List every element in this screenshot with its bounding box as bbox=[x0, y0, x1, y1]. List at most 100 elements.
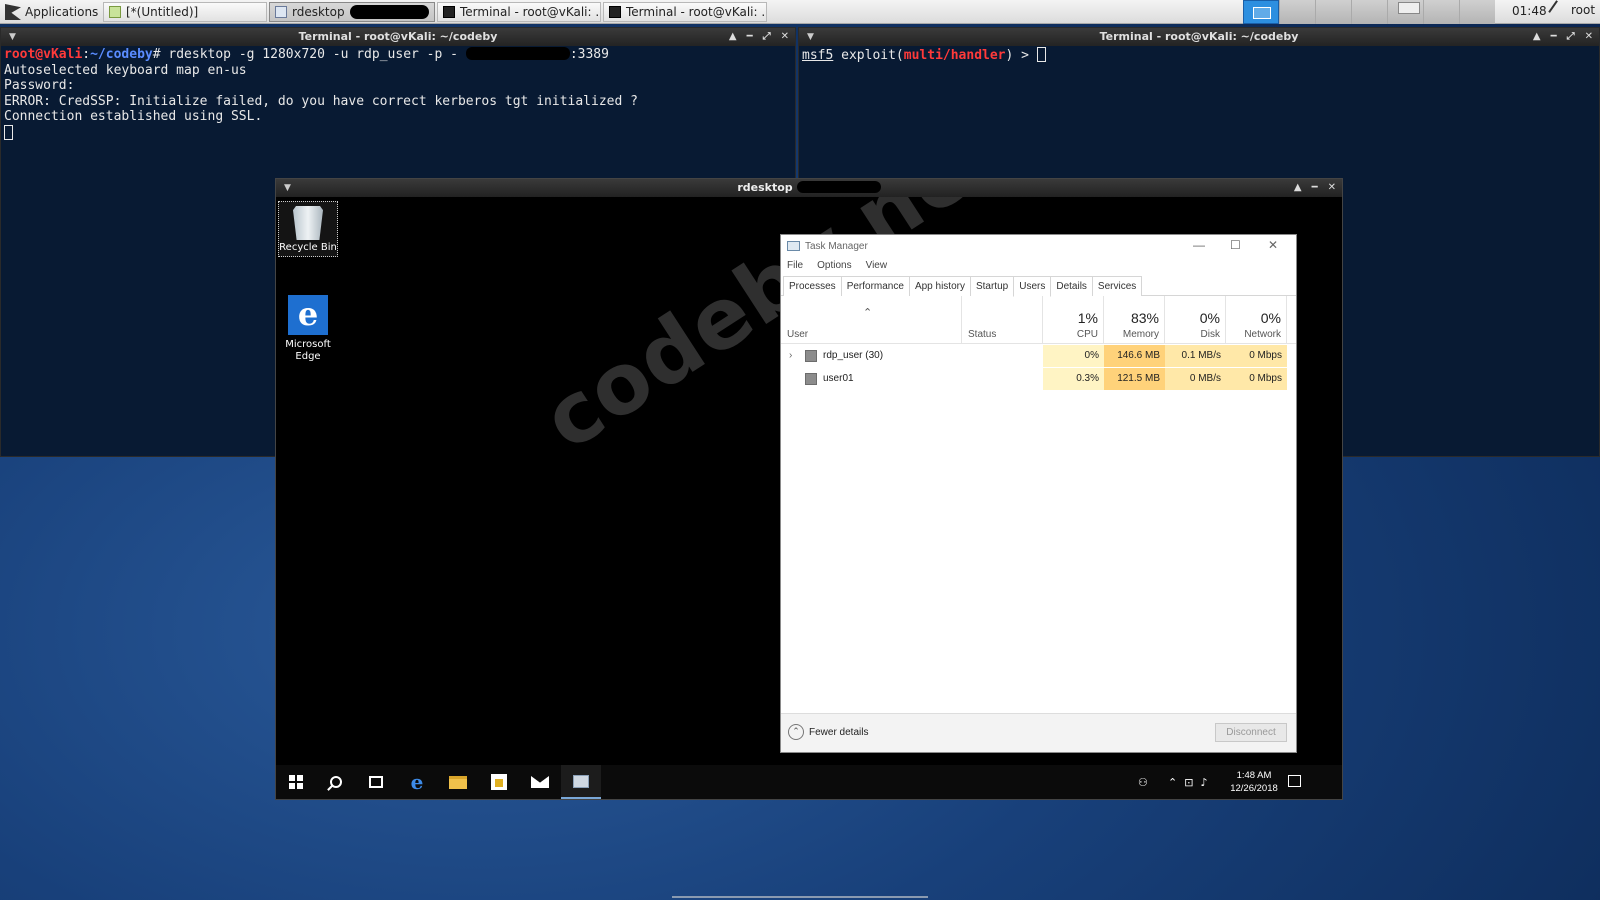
tab-performance[interactable]: Performance bbox=[840, 276, 910, 296]
table-row[interactable]: user01 0.3% 121.5 MB 0 MB/s 0 Mbps bbox=[781, 368, 1296, 390]
maximize-icon[interactable]: ☐ bbox=[1230, 238, 1241, 252]
column-header-network[interactable]: 0% Network bbox=[1226, 296, 1287, 344]
close-icon[interactable]: ✕ bbox=[1585, 28, 1593, 46]
tab-users[interactable]: Users bbox=[1013, 276, 1052, 297]
disconnect-button[interactable]: Disconnect bbox=[1215, 723, 1287, 742]
tab-startup[interactable]: Startup bbox=[969, 276, 1015, 296]
windows-logo-icon bbox=[289, 775, 303, 789]
panel-clock[interactable]: 01:48 bbox=[1512, 4, 1547, 18]
tab-app-history[interactable]: App history bbox=[908, 276, 971, 296]
maximize-icon[interactable]: ⤢ bbox=[1567, 28, 1575, 46]
text-editor-icon bbox=[109, 6, 121, 18]
workspace-1[interactable] bbox=[1243, 0, 1279, 24]
task-manager-icon bbox=[573, 774, 589, 788]
disk-cell: 0 MB/s bbox=[1165, 368, 1226, 390]
terminal-command-port: :3389 bbox=[569, 47, 609, 62]
taskbar-mail[interactable] bbox=[520, 765, 560, 799]
shade-icon[interactable]: ▲ bbox=[1533, 28, 1541, 46]
column-header-disk[interactable]: 0% Disk bbox=[1165, 296, 1226, 344]
task-manager-footer: ⌃ Fewer details Disconnect bbox=[781, 713, 1296, 752]
maximize-icon[interactable]: ⤢ bbox=[763, 28, 771, 46]
remote-desktop-screen[interactable]: Recycle Bin e Microsoft Edge codeby.net … bbox=[276, 197, 1342, 799]
menu-file[interactable]: File bbox=[787, 260, 803, 273]
workspace-5[interactable] bbox=[1387, 0, 1423, 24]
column-header-user[interactable]: ⌃ User bbox=[781, 296, 961, 344]
shade-icon[interactable]: ▲ bbox=[729, 28, 737, 46]
taskbar-item-editor[interactable]: [*(Untitled)] bbox=[103, 2, 267, 22]
chevron-up-circle-icon[interactable]: ⌃ bbox=[788, 724, 804, 740]
edge-icon: e bbox=[288, 295, 328, 335]
sort-up-icon: ⌃ bbox=[863, 307, 873, 319]
terminal-titlebar[interactable]: ▼ Terminal - root@vKali: ~/codeby ▲ ━ ⤢ … bbox=[799, 28, 1599, 46]
rdesktop-titlebar[interactable]: ▼ rdesktop ▲ ━ ✕ bbox=[276, 179, 1342, 197]
system-tray[interactable]: ⌃ ⊡ ♪ bbox=[1168, 765, 1207, 799]
workspace-3[interactable] bbox=[1315, 0, 1351, 24]
desktop-icon-recycle-bin[interactable]: Recycle Bin bbox=[278, 201, 338, 257]
minimize-icon[interactable]: ━ bbox=[1312, 179, 1318, 197]
column-header-status[interactable]: Status bbox=[961, 296, 1043, 344]
start-button[interactable] bbox=[276, 765, 316, 799]
redaction-mark bbox=[465, 47, 570, 60]
action-center-icon[interactable] bbox=[1288, 775, 1301, 787]
task-manager-titlebar[interactable]: Task Manager — ☐ ✕ bbox=[781, 235, 1296, 257]
workspace-2[interactable] bbox=[1279, 0, 1315, 24]
desktop-icon-edge[interactable]: e Microsoft Edge bbox=[278, 293, 338, 363]
desktop-icon-label: Microsoft Edge bbox=[285, 339, 331, 362]
fewer-details-link[interactable]: Fewer details bbox=[809, 727, 868, 738]
column-label: CPU bbox=[1076, 329, 1098, 340]
user-menu[interactable]: root bbox=[1548, 0, 1595, 20]
minimize-icon[interactable]: ━ bbox=[747, 28, 753, 46]
tab-details[interactable]: Details bbox=[1050, 276, 1093, 296]
column-headers: ⌃ User Status 1% CPU 83% Memory 0% Disk bbox=[781, 296, 1296, 344]
tab-services[interactable]: Services bbox=[1091, 276, 1143, 296]
menu-view[interactable]: View bbox=[866, 260, 888, 273]
terminal-line: Password: bbox=[4, 78, 75, 94]
taskbar-item-terminal-2[interactable]: Terminal - root@vKali: ... bbox=[603, 2, 767, 22]
column-header-memory[interactable]: 83% Memory bbox=[1104, 296, 1165, 344]
window-thumbnail-icon bbox=[1398, 2, 1420, 14]
disk-cell: 0.1 MB/s bbox=[1165, 345, 1226, 367]
people-button[interactable]: ⚇ bbox=[1138, 765, 1148, 799]
terminal-titlebar[interactable]: ▼ Terminal - root@vKali: ~/codeby ▲ ━ ⤢ … bbox=[1, 28, 795, 46]
shade-icon[interactable]: ▲ bbox=[1294, 179, 1302, 197]
user-avatar-icon bbox=[805, 350, 817, 362]
column-header-cpu[interactable]: 1% CPU bbox=[1043, 296, 1104, 344]
close-icon[interactable]: ✕ bbox=[781, 28, 789, 46]
prompt-user: root@vKali bbox=[4, 47, 83, 62]
taskbar-item-rdesktop[interactable]: rdesktop bbox=[269, 2, 435, 22]
window-menu-icon[interactable]: ▼ bbox=[9, 28, 16, 46]
pen-icon bbox=[1548, 0, 1568, 20]
task-view-button[interactable] bbox=[356, 765, 396, 799]
taskbar-store[interactable] bbox=[479, 765, 519, 799]
applications-menu[interactable]: Applications bbox=[2, 2, 104, 22]
chevron-up-icon[interactable]: ⌃ bbox=[1168, 776, 1177, 789]
taskbar-task-manager[interactable] bbox=[561, 765, 601, 799]
close-icon[interactable]: ✕ bbox=[1268, 238, 1278, 252]
tab-processes[interactable]: Processes bbox=[783, 276, 842, 296]
workspace-7[interactable] bbox=[1459, 0, 1495, 24]
column-label: Disk bbox=[1200, 329, 1220, 340]
terminal-output[interactable]: msf5 exploit(multi/handler) > bbox=[799, 46, 1599, 65]
window-menu-icon[interactable]: ▼ bbox=[807, 28, 814, 46]
volume-icon[interactable]: ♪ bbox=[1200, 776, 1207, 789]
search-button[interactable] bbox=[316, 765, 356, 799]
taskbar-file-explorer[interactable] bbox=[438, 765, 478, 799]
menu-options[interactable]: Options bbox=[817, 260, 851, 273]
table-row[interactable]: › rdp_user (30) 0% 146.6 MB 0.1 MB/s 0 M… bbox=[781, 345, 1296, 367]
network-icon[interactable]: ⊡ bbox=[1184, 776, 1193, 789]
expand-chevron-icon[interactable]: › bbox=[789, 345, 792, 367]
taskbar-edge[interactable]: e bbox=[397, 765, 437, 799]
minimize-icon[interactable]: — bbox=[1193, 238, 1205, 252]
workspace-6[interactable] bbox=[1423, 0, 1459, 24]
redaction-mark bbox=[796, 181, 881, 193]
window-menu-icon[interactable]: ▼ bbox=[284, 179, 291, 197]
taskbar-clock[interactable]: 1:48 AM 12/26/2018 bbox=[1228, 769, 1280, 795]
minimize-icon[interactable]: ━ bbox=[1551, 28, 1557, 46]
close-icon[interactable]: ✕ bbox=[1328, 179, 1336, 197]
taskbar-item-label: Terminal - root@vKali: ... bbox=[460, 5, 601, 19]
prompt-path: ~/codeby bbox=[90, 47, 153, 62]
taskbar-item-terminal-1[interactable]: Terminal - root@vKali: ... bbox=[437, 2, 601, 22]
kali-dragon-icon bbox=[5, 4, 21, 20]
workspace-4[interactable] bbox=[1351, 0, 1387, 24]
terminal-output[interactable]: root@vKali:~/codeby# rdesktop -g 1280x72… bbox=[1, 46, 795, 143]
